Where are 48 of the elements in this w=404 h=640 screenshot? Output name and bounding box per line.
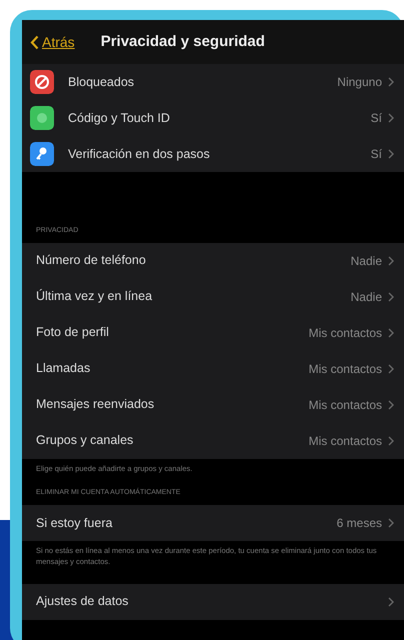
row-label: Foto de perfil [36,324,109,342]
chevron-right-icon [388,518,394,528]
row-label: Código y Touch ID [68,110,170,127]
row-value: Nadie [350,288,382,306]
chevron-right-icon [388,364,394,374]
settings-row[interactable]: Bloqueados Ninguno [22,64,404,100]
row-value: Mis contactos [308,396,382,414]
chevron-right-icon [388,328,394,338]
row-value: Mis contactos [308,360,382,378]
chevron-right-icon [388,149,394,159]
row-value: Nadie [350,252,382,270]
settings-row[interactable]: Llamadas Mis contactos [22,350,404,386]
settings-row[interactable]: Número de teléfono Nadie [22,242,404,278]
row-value: Sí [370,146,382,163]
settings-row[interactable]: Foto de perfil Mis contactos [22,314,404,350]
row-label: Llamadas [36,360,90,378]
row-value: 6 meses [336,514,382,532]
row-label: Número de teléfono [36,252,146,270]
row-label: Bloqueados [68,74,134,91]
chevron-right-icon [388,400,394,410]
chevron-right-icon [388,113,394,123]
settings-row[interactable]: Grupos y canales Mis contactos [22,422,404,458]
settings-row[interactable]: Mensajes reenviados Mis contactos [22,386,404,422]
row-value: Mis contactos [308,432,382,450]
settings-row[interactable]: Última vez y en línea Nadie [22,278,404,314]
chevron-right-icon [388,77,394,87]
row-value: Ninguno [337,74,382,91]
settings-row[interactable]: Código y Touch ID Sí [22,100,404,136]
settings-row[interactable]: Ajustes de datos [22,584,404,620]
row-label: Verificación en dos pasos [68,146,210,163]
row-label: Si estoy fuera [36,514,112,532]
row-label: Última vez y en línea [36,288,152,306]
row-label: Grupos y canales [36,432,134,450]
chevron-right-icon [388,292,394,302]
settings-row[interactable]: Si estoy fuera 6 meses [22,504,404,541]
blocked-icon [30,70,54,94]
row-value: Mis contactos [308,324,382,342]
row-value: Sí [370,110,382,127]
settings-row[interactable]: Verificación en dos pasos Sí [22,136,404,172]
row-label: Mensajes reenviados [36,396,154,414]
chevron-right-icon [388,256,394,266]
key-icon [30,142,54,166]
row-label: Ajustes de datos [36,593,128,610]
back-button[interactable]: Atrás [30,32,75,52]
chevron-right-icon [388,436,394,446]
chevron-left-icon [30,34,39,50]
screen-title: Privacidad y seguridad [100,32,265,52]
chevron-right-icon [388,596,394,607]
